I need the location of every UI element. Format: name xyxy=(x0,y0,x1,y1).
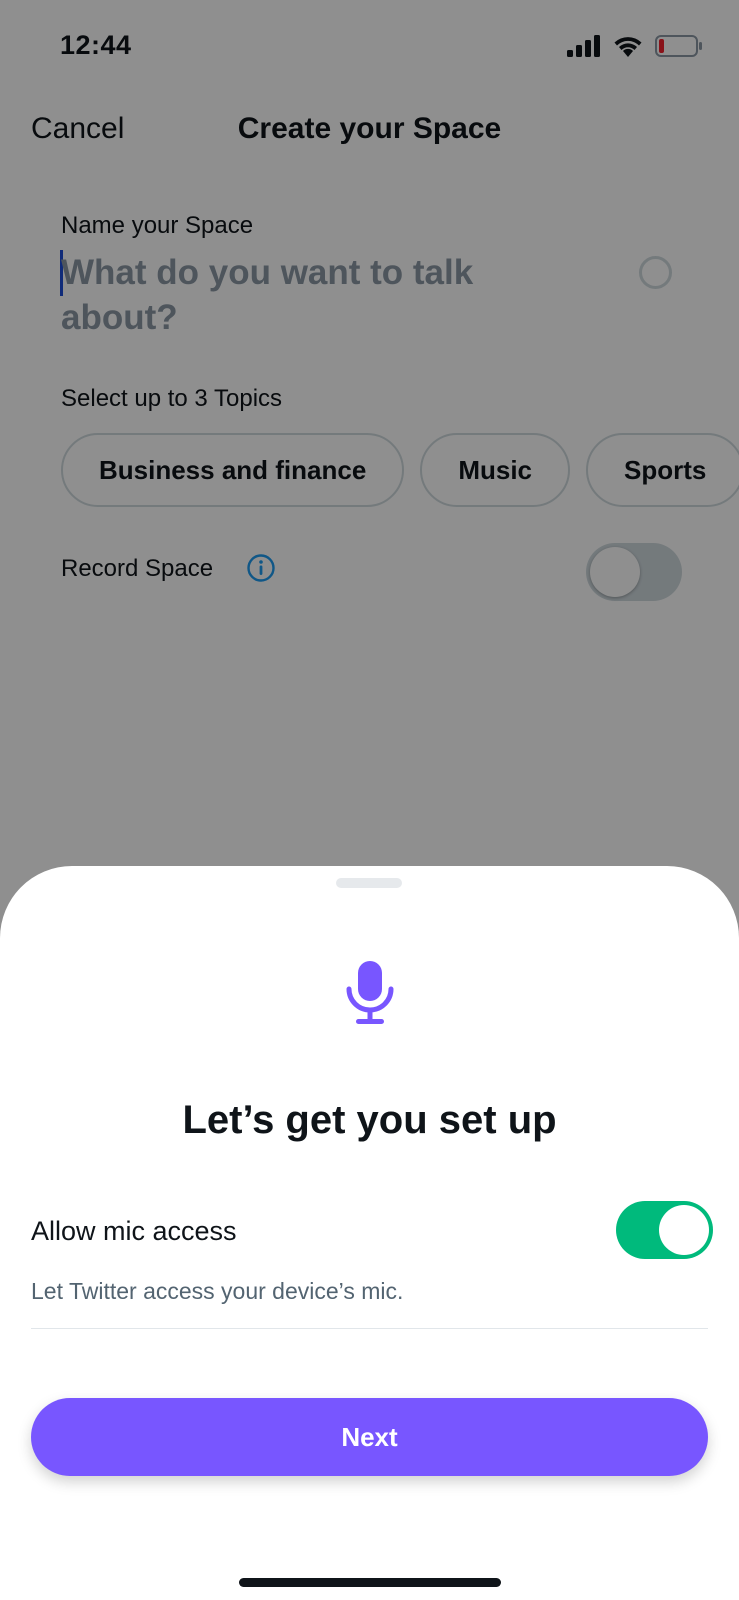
next-button[interactable]: Next xyxy=(31,1398,708,1476)
home-indicator[interactable] xyxy=(239,1578,501,1587)
allow-mic-toggle[interactable] xyxy=(616,1201,713,1259)
sheet-title: Let’s get you set up xyxy=(182,1098,557,1142)
toggle-knob xyxy=(659,1205,709,1255)
microphone-icon xyxy=(346,961,394,1024)
allow-mic-label: Allow mic access xyxy=(31,1216,237,1246)
allow-mic-description: Let Twitter access your device’s mic. xyxy=(31,1278,404,1304)
sheet-grabber[interactable] xyxy=(336,878,402,888)
setup-bottom-sheet: Let’s get you set up Allow mic access Le… xyxy=(0,866,739,1600)
divider xyxy=(31,1328,708,1329)
